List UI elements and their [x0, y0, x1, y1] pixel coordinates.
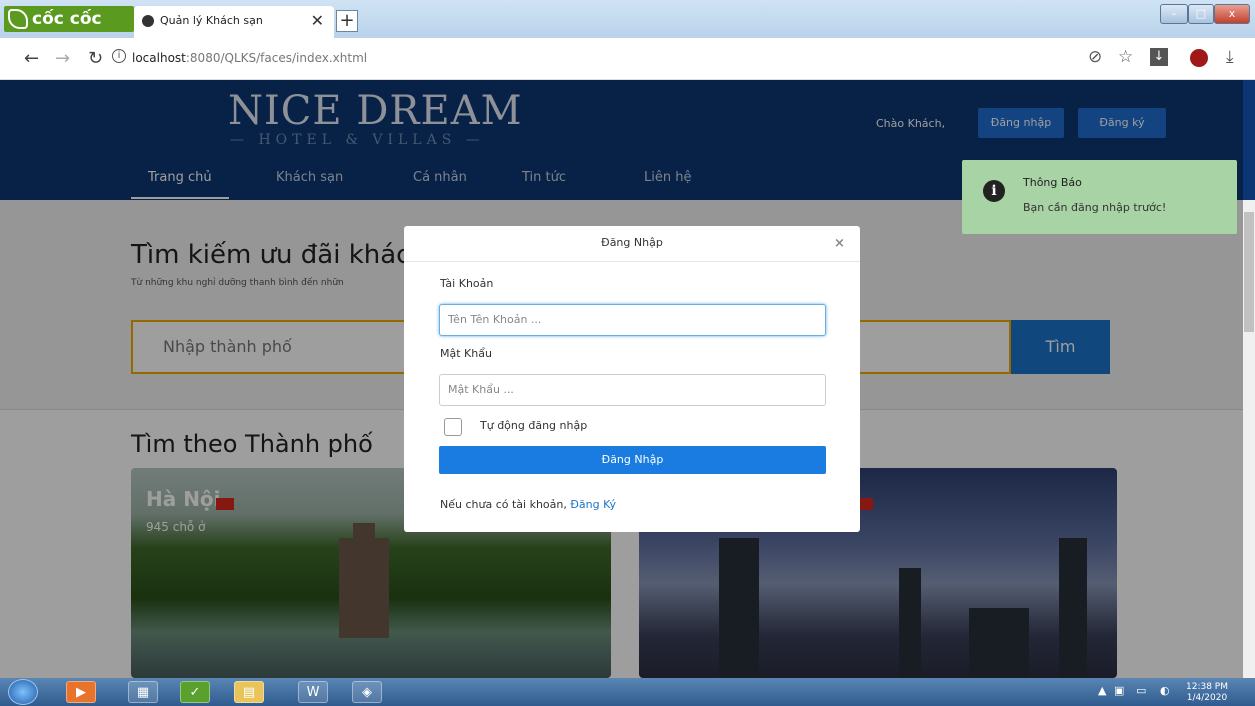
- password-input[interactable]: Mật Khẩu ...: [439, 374, 826, 406]
- window-close-button[interactable]: x: [1214, 4, 1250, 24]
- url-path: :8080/QLKS/faces/index.xhtml: [185, 51, 368, 65]
- remember-me-checkbox[interactable]: [444, 418, 462, 436]
- username-label: Tài Khoản: [440, 277, 494, 290]
- virtualbox-icon[interactable]: ◈: [352, 681, 382, 703]
- tray-device-icon[interactable]: ▣: [1114, 684, 1124, 697]
- extension-icon[interactable]: [1190, 49, 1208, 67]
- taskbar-clock[interactable]: 12:38 PM 1/4/2020: [1186, 682, 1228, 704]
- word-icon[interactable]: W: [298, 681, 328, 703]
- media-player-icon[interactable]: ▶: [66, 681, 96, 703]
- tab-title: Quản lý Khách sạn: [160, 14, 263, 27]
- url-field[interactable]: localhost:8080/QLKS/faces/index.xhtml: [132, 51, 367, 65]
- url-host: localhost: [132, 51, 186, 65]
- downloads-icon[interactable]: ⤓: [1226, 47, 1234, 67]
- window-maximize-button[interactable]: □: [1188, 4, 1214, 24]
- star-icon[interactable]: ☆: [1118, 47, 1133, 67]
- register-link[interactable]: Đăng Ký: [570, 498, 616, 511]
- clock-date: 1/4/2020: [1186, 693, 1228, 703]
- scrollbar-thumb[interactable]: [1244, 212, 1254, 332]
- site-info-icon[interactable]: i: [112, 49, 126, 63]
- shield-icon[interactable]: ⊘: [1088, 47, 1102, 67]
- start-button[interactable]: [8, 679, 38, 705]
- forward-arrow-icon[interactable]: →: [55, 48, 70, 69]
- toast-title: Thông Báo: [1023, 176, 1082, 189]
- notification-toast[interactable]: [962, 160, 1237, 234]
- login-submit-button[interactable]: Đăng Nhập: [439, 446, 826, 474]
- browser-tab[interactable]: Quản lý Khách sạn ✕: [134, 6, 334, 38]
- coccoc-menu-button[interactable]: cốc cốc: [4, 6, 134, 32]
- tray-network-icon[interactable]: ▭: [1136, 684, 1146, 697]
- new-tab-button[interactable]: +: [336, 10, 358, 32]
- modal-close-icon[interactable]: ×: [834, 236, 845, 251]
- file-explorer-icon[interactable]: ▤: [234, 681, 264, 703]
- tray-expand-icon[interactable]: ▲: [1098, 684, 1106, 697]
- username-input[interactable]: Tên Tên Khoản ...: [439, 304, 826, 336]
- reload-icon[interactable]: ↻: [88, 48, 103, 69]
- browser-brand-label: cốc cốc: [32, 9, 102, 29]
- download-extension-icon[interactable]: ↓: [1150, 48, 1168, 66]
- tab-favicon-icon: [142, 15, 154, 27]
- remember-me-label[interactable]: Tự động đăng nhập: [480, 419, 587, 432]
- coccoc-logo-icon: [8, 9, 28, 29]
- tab-close-icon[interactable]: ✕: [311, 6, 324, 36]
- coccoc-taskbar-icon[interactable]: ✓: [180, 681, 210, 703]
- tray-volume-icon[interactable]: ◐: [1160, 684, 1170, 697]
- back-arrow-icon[interactable]: ←: [24, 48, 39, 69]
- register-prompt-text: Nếu chưa có tài khoản,: [440, 498, 567, 511]
- register-prompt: Nếu chưa có tài khoản, Đăng Ký: [440, 498, 616, 511]
- network-app-icon[interactable]: ▦: [128, 681, 158, 703]
- password-label: Mật Khẩu: [440, 347, 492, 360]
- clock-time: 12:38 PM: [1186, 682, 1228, 692]
- modal-title: Đăng Nhập: [404, 226, 860, 262]
- info-icon: i: [983, 180, 1005, 202]
- toast-message: Bạn cần đăng nhập trước!: [1023, 201, 1167, 214]
- window-minimize-button[interactable]: –: [1160, 4, 1188, 24]
